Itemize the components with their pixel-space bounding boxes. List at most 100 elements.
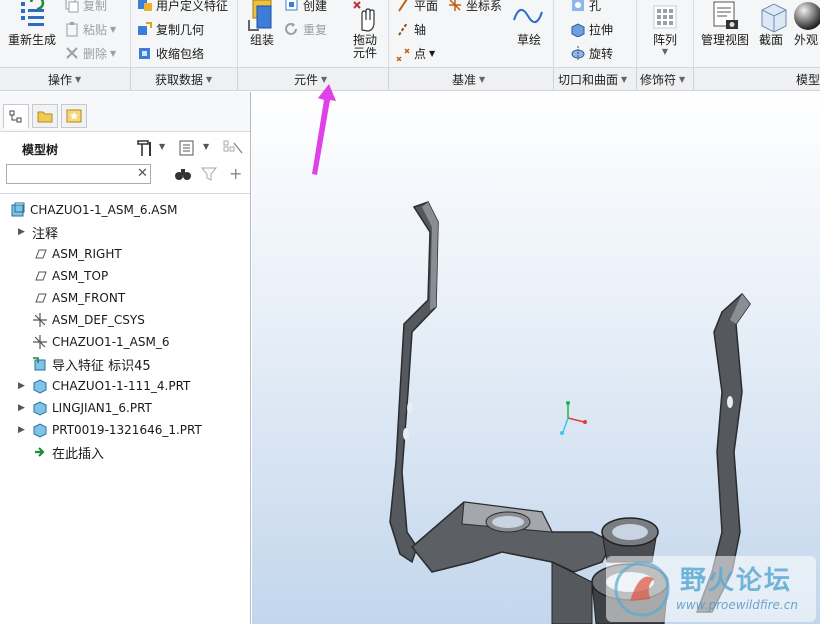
plane-label: 平面 xyxy=(414,0,439,13)
tab-folder-browser[interactable] xyxy=(32,104,58,128)
group-label-datum[interactable]: 基准 ▼ xyxy=(452,71,485,88)
appearance-button[interactable]: 外观 xyxy=(790,0,820,47)
tree-settings-icon[interactable] xyxy=(136,138,158,161)
csys-button[interactable]: 坐标系 xyxy=(447,0,502,14)
model-tree-panel: 模型树 ▼ ▼ ✕ + CHAZUO1-1_ASM_6.ASM ▶ 注释 ASM… xyxy=(0,92,251,624)
tree-settings-dropdown-icon[interactable]: ▼ xyxy=(159,142,165,151)
tree-node[interactable]: 导入特征 标识45 xyxy=(32,354,151,374)
csys-icon xyxy=(33,335,47,349)
shrinkwrap-label: 收缩包络 xyxy=(156,46,205,61)
graphics-viewport[interactable] xyxy=(252,92,820,624)
assemble-label: 组装 xyxy=(249,33,274,47)
repeat-button[interactable]: 重复 xyxy=(284,20,327,38)
copy-button[interactable]: 复制 xyxy=(64,0,107,14)
shrinkwrap-button[interactable]: 收缩包络 xyxy=(137,44,204,62)
assembly-model[interactable] xyxy=(252,92,820,624)
repeat-icon xyxy=(284,21,300,37)
tree-node[interactable]: 在此插入 xyxy=(32,442,104,462)
add-icon[interactable]: + xyxy=(229,164,242,183)
part-icon xyxy=(33,379,47,394)
copy-geometry-icon xyxy=(137,21,153,37)
section-icon xyxy=(761,3,787,33)
find-binoculars-icon[interactable] xyxy=(174,166,192,185)
copy-geometry-button[interactable]: 复制几何 xyxy=(137,20,204,38)
chevron-down-icon: ▼ xyxy=(206,75,213,84)
sketch-icon xyxy=(513,9,543,23)
paste-icon xyxy=(64,21,80,37)
tab-favorites[interactable] xyxy=(61,104,87,128)
create-button[interactable]: 创建 xyxy=(284,0,327,14)
drag-label-line2: 元件 xyxy=(352,46,377,60)
group-label-cut-surface-text: 切口和曲面 xyxy=(558,73,619,87)
tree-node[interactable]: ASM_TOP xyxy=(32,266,108,286)
manage-views-button[interactable]: 管理视图 xyxy=(696,0,754,47)
chevron-down-icon: ▼ xyxy=(75,75,82,84)
tree-node[interactable]: ▶ 注释 xyxy=(18,222,58,242)
pattern-dropdown-icon[interactable]: ▼ xyxy=(643,47,687,56)
sketch-button[interactable]: 草绘 xyxy=(511,0,547,47)
drag-component-button[interactable]: 拖动 元件 xyxy=(342,0,388,60)
delete-icon xyxy=(64,45,80,61)
expand-arrow-icon[interactable]: ▶ xyxy=(18,227,28,237)
revolve-button[interactable]: 旋转 xyxy=(570,44,613,62)
delete-dropdown-icon[interactable]: ▼ xyxy=(110,49,116,58)
group-label-component[interactable]: 元件 ▼ xyxy=(294,71,327,88)
clear-search-icon[interactable]: ✕ xyxy=(137,166,148,181)
expand-arrow-icon[interactable]: ▶ xyxy=(18,403,28,413)
group-label-get-data[interactable]: 获取数据 ▼ xyxy=(155,71,212,88)
datum-plane-button[interactable]: 平面 xyxy=(395,0,438,14)
column-filter-icon[interactable] xyxy=(222,139,244,160)
tab-model-tree[interactable] xyxy=(3,104,29,129)
tree-node-label: CHAZUO1-1_ASM_6.ASM xyxy=(30,203,178,217)
pattern-button[interactable]: 阵列 ▼ xyxy=(643,0,687,56)
expand-arrow-icon[interactable]: ▶ xyxy=(18,425,28,435)
watermark-title: 野火论坛 xyxy=(680,566,793,596)
hole-icon xyxy=(570,0,586,13)
appearance-sphere-icon xyxy=(794,2,820,30)
part-icon xyxy=(33,401,47,416)
tree-node[interactable]: ▶ CHAZUO1-1-111_4.PRT xyxy=(18,376,190,396)
show-list-icon[interactable] xyxy=(178,139,196,160)
group-label-modifiers[interactable]: 修饰符 ▼ xyxy=(640,71,685,88)
tree-node[interactable]: ASM_RIGHT xyxy=(32,244,122,264)
tree-node[interactable]: ASM_FRONT xyxy=(32,288,125,308)
point-dropdown-icon[interactable]: ▼ xyxy=(429,49,435,58)
delete-button[interactable]: 删除 ▼ xyxy=(64,44,116,62)
group-modifiers: 阵列 ▼ xyxy=(637,0,693,67)
tree-node[interactable]: CHAZUO1-1_ASM_6 xyxy=(32,332,169,352)
expand-arrow-icon[interactable]: ▶ xyxy=(18,381,28,391)
sketch-label: 草绘 xyxy=(516,33,541,47)
assemble-button[interactable]: 组装 xyxy=(242,0,282,47)
left-bracket-arm xyxy=(389,201,439,564)
tree-header: 模型树 ▼ ▼ xyxy=(0,136,250,160)
group-label-operations[interactable]: 操作 ▼ xyxy=(48,71,81,88)
datum-point-button[interactable]: 点 ▼ xyxy=(395,44,435,62)
group-component: 组装 创建 重复 拖动 元件 xyxy=(238,0,388,67)
show-dropdown-icon[interactable]: ▼ xyxy=(203,142,209,151)
group-label-get-data-text: 获取数据 xyxy=(155,73,204,87)
assemble-icon xyxy=(248,0,272,31)
tree-node[interactable]: ASM_DEF_CSYS xyxy=(32,310,145,330)
revolve-label: 旋转 xyxy=(589,46,614,61)
tree-node[interactable]: CHAZUO1-1_ASM_6.ASM xyxy=(10,200,177,220)
udf-icon xyxy=(137,0,153,13)
tree-node-label: 导入特征 标识45 xyxy=(52,358,151,374)
datum-axis-button[interactable]: 轴 xyxy=(395,20,426,38)
regenerate-button[interactable]: 重新生成 xyxy=(6,0,58,47)
hole-button[interactable]: 孔 xyxy=(570,0,601,14)
udf-button[interactable]: 用户定义特征 xyxy=(137,0,228,14)
panel-tabs xyxy=(0,92,250,132)
group-label-model-display[interactable]: 模型 xyxy=(796,71,820,88)
extrude-button[interactable]: 拉伸 xyxy=(570,20,613,38)
paste-button[interactable]: 粘贴 ▼ xyxy=(64,20,116,38)
tree-node[interactable]: ▶ PRT0019-1321646_1.PRT xyxy=(18,420,202,440)
group-operations: 重新生成 复制 粘贴 ▼ 删除 ▼ xyxy=(0,0,130,67)
section-button[interactable]: 截面 xyxy=(756,0,787,47)
filter-icon[interactable] xyxy=(200,166,218,185)
tree-node[interactable]: ▶ LINGJIAN1_6.PRT xyxy=(18,398,152,418)
tree-title: 模型树 xyxy=(22,143,59,157)
paste-dropdown-icon[interactable]: ▼ xyxy=(110,25,116,34)
repeat-label: 重复 xyxy=(303,22,328,37)
group-label-cut-surface[interactable]: 切口和曲面 ▼ xyxy=(558,71,627,88)
tree-search-input[interactable] xyxy=(6,164,151,184)
